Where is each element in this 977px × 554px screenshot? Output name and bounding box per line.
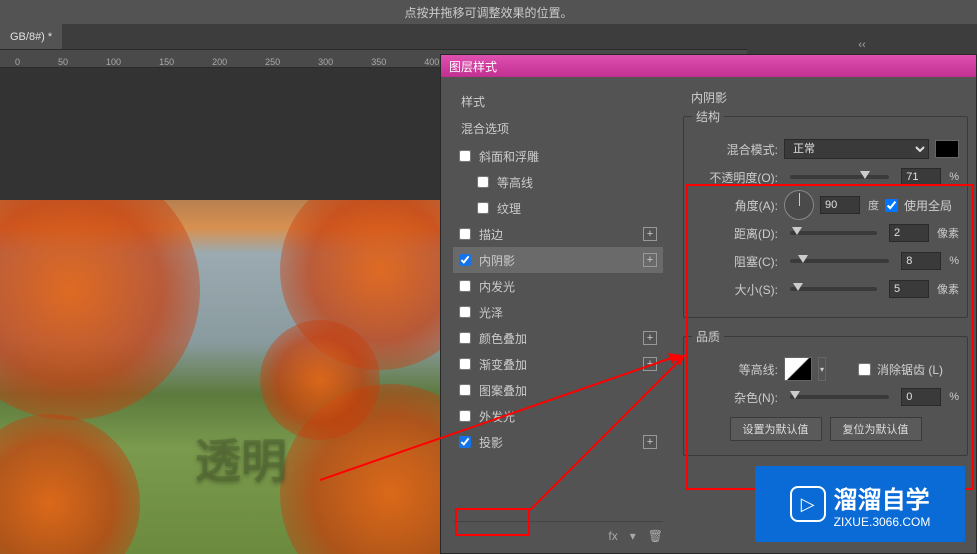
contour-dropdown-icon[interactable]: ▾ — [818, 357, 826, 381]
style-label: 斜面和浮雕 — [479, 148, 539, 165]
noise-input[interactable] — [901, 388, 941, 406]
reset-default-button[interactable]: 复位为默认值 — [830, 417, 922, 441]
style-row-4[interactable]: 内阴影 + — [453, 247, 663, 273]
dialog-titlebar[interactable]: 图层样式 — [441, 55, 976, 77]
structure-group: 结构 混合模式: 正常 不透明度(O): % 角度(A): — [683, 108, 968, 318]
image-canvas[interactable]: 透明 — [0, 200, 440, 554]
choke-slider[interactable] — [790, 259, 889, 263]
style-checkbox[interactable] — [459, 358, 471, 370]
angle-dial[interactable] — [784, 190, 814, 220]
style-checkbox[interactable] — [477, 202, 489, 214]
plus-icon[interactable]: + — [643, 227, 657, 241]
style-label: 图案叠加 — [479, 382, 527, 399]
global-light-label: 使用全局 — [904, 197, 952, 214]
styles-header: 样式 — [453, 89, 663, 114]
global-light-checkbox[interactable] — [885, 199, 898, 212]
style-label: 投影 — [479, 434, 503, 451]
angle-input[interactable] — [820, 196, 860, 214]
style-label: 内发光 — [479, 278, 515, 295]
arrow-icon[interactable]: ▾ — [630, 529, 636, 543]
style-checkbox[interactable] — [459, 280, 471, 292]
style-row-5[interactable]: 内发光 — [453, 273, 663, 299]
plus-icon[interactable]: + — [643, 357, 657, 371]
style-label: 光泽 — [479, 304, 503, 321]
style-row-11[interactable]: 投影 + — [453, 429, 663, 455]
quality-group: 品质 等高线: ▾ 消除锯齿 (L) 杂色(N): % 设置为默认值 — [683, 328, 968, 456]
watermark: ▷ 溜溜自学 ZIXUE.3066.COM — [755, 466, 965, 542]
style-row-1[interactable]: 等高线 — [453, 169, 663, 195]
style-checkbox[interactable] — [477, 176, 489, 188]
distance-slider[interactable] — [790, 231, 877, 235]
style-label: 纹理 — [497, 200, 521, 217]
style-checkbox[interactable] — [459, 150, 471, 162]
contour-label: 等高线: — [692, 361, 778, 378]
size-input[interactable] — [889, 280, 929, 298]
distance-label: 距离(D): — [692, 225, 778, 242]
contour-picker[interactable] — [784, 357, 812, 381]
document-tab[interactable]: GB/8#) * — [0, 24, 62, 49]
style-label: 等高线 — [497, 174, 533, 191]
plus-icon[interactable]: + — [643, 435, 657, 449]
styles-list-panel: 样式 混合选项 斜面和浮雕等高线纹理描边 + 内阴影 + 内发光光泽颜色叠加 + 渐变叠加 +… — [441, 77, 669, 553]
trash-icon[interactable]: 🗑 — [648, 529, 663, 543]
panel-collapse-stub[interactable]: ‹‹ — [747, 36, 977, 54]
style-row-3[interactable]: 描边 + — [453, 221, 663, 247]
size-label: 大小(S): — [692, 281, 778, 298]
blend-options-row[interactable]: 混合选项 — [453, 114, 663, 143]
canvas-area: 透明 — [0, 68, 440, 554]
set-default-button[interactable]: 设置为默认值 — [730, 417, 822, 441]
style-row-10[interactable]: 外发光 — [453, 403, 663, 429]
panel-title: 内阴影 — [683, 89, 968, 106]
style-row-0[interactable]: 斜面和浮雕 — [453, 143, 663, 169]
watermark-play-icon: ▷ — [790, 486, 826, 522]
style-label: 渐变叠加 — [479, 356, 527, 373]
style-row-6[interactable]: 光泽 — [453, 299, 663, 325]
hint-bar: 点按并拖移可调整效果的位置。 — [0, 0, 977, 24]
size-slider[interactable] — [790, 287, 877, 291]
antialias-label: 消除锯齿 (L) — [877, 361, 943, 378]
style-row-2[interactable]: 纹理 — [453, 195, 663, 221]
fx-icon[interactable]: fx — [608, 529, 617, 543]
antialias-checkbox[interactable] — [858, 363, 871, 376]
plus-icon[interactable]: + — [643, 331, 657, 345]
noise-label: 杂色(N): — [692, 389, 778, 406]
opacity-label: 不透明度(O): — [692, 169, 778, 186]
style-label: 内阴影 — [479, 252, 515, 269]
choke-label: 阻塞(C): — [692, 253, 778, 270]
style-checkbox[interactable] — [459, 306, 471, 318]
style-label: 颜色叠加 — [479, 330, 527, 347]
opacity-slider[interactable] — [790, 175, 889, 179]
distance-input[interactable] — [889, 224, 929, 242]
shadow-color-swatch[interactable] — [935, 140, 959, 158]
canvas-text-layer[interactable]: 透明 — [195, 425, 287, 491]
choke-input[interactable] — [901, 252, 941, 270]
opacity-input[interactable] — [901, 168, 941, 186]
angle-label: 角度(A): — [692, 197, 778, 214]
hint-text: 点按并拖移可调整效果的位置。 — [404, 4, 572, 21]
noise-slider[interactable] — [790, 395, 889, 399]
style-checkbox[interactable] — [459, 332, 471, 344]
style-row-7[interactable]: 颜色叠加 + — [453, 325, 663, 351]
blend-mode-label: 混合模式: — [692, 141, 778, 158]
style-checkbox[interactable] — [459, 384, 471, 396]
style-row-9[interactable]: 图案叠加 — [453, 377, 663, 403]
style-checkbox[interactable] — [459, 410, 471, 422]
style-checkbox[interactable] — [459, 254, 471, 266]
style-checkbox[interactable] — [459, 228, 471, 240]
plus-icon[interactable]: + — [643, 253, 657, 267]
blend-mode-select[interactable]: 正常 — [784, 139, 929, 159]
style-label: 外发光 — [479, 408, 515, 425]
style-row-8[interactable]: 渐变叠加 + — [453, 351, 663, 377]
style-label: 描边 — [479, 226, 503, 243]
styles-footer: fx ▾ 🗑 — [453, 521, 663, 545]
style-checkbox[interactable] — [459, 436, 471, 448]
